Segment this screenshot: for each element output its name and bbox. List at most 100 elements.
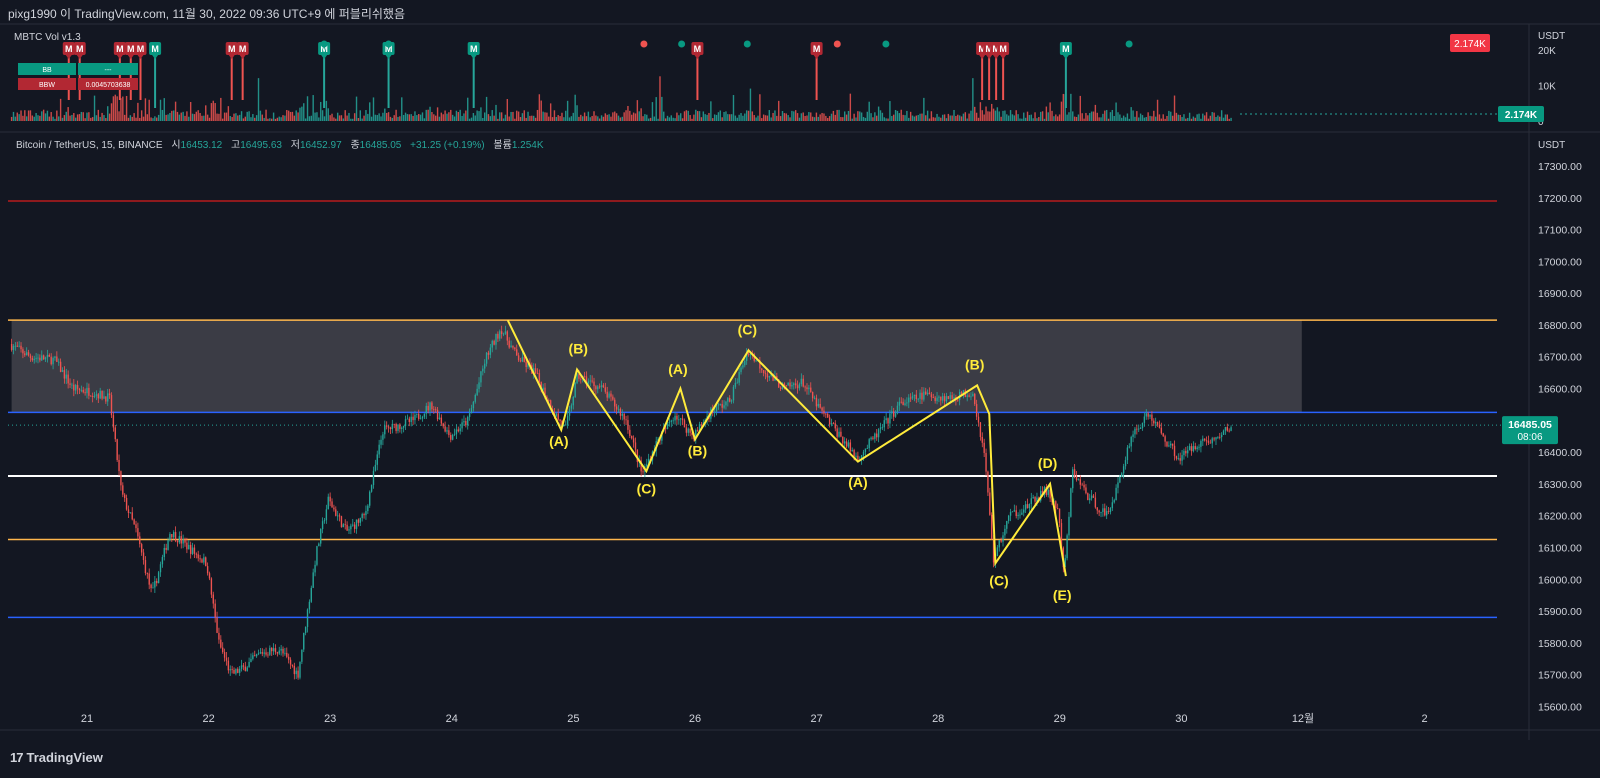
- volume-bar: [1115, 102, 1117, 121]
- candle-body: [346, 524, 348, 531]
- volume-bar: [521, 113, 524, 121]
- volume-bar: [291, 111, 294, 121]
- candle-body: [37, 357, 39, 359]
- volume-bar: [16, 112, 18, 121]
- volume-bar: [549, 103, 552, 121]
- volume-bar: [278, 116, 280, 121]
- volume-bar: [42, 109, 45, 121]
- volume-bar: [476, 110, 478, 121]
- volume-bar: [206, 114, 209, 121]
- price-tick-label: 15900.00: [1538, 606, 1582, 618]
- candle-body: [1104, 508, 1106, 516]
- marker-pointer: [993, 55, 1000, 59]
- volume-bar: [1081, 113, 1083, 121]
- tradingview-logo[interactable]: 17 TradingView: [10, 750, 103, 765]
- candle-body: [284, 652, 286, 654]
- candle-body: [1138, 428, 1140, 430]
- candle-body: [480, 371, 482, 383]
- marker-letter: M: [470, 44, 478, 54]
- volume-bar: [90, 117, 92, 121]
- volume-bar: [836, 109, 838, 121]
- candle-body: [523, 357, 525, 362]
- volume-bar: [269, 118, 271, 121]
- candle-body: [1006, 520, 1008, 529]
- volume-bar: [872, 117, 874, 121]
- volume-bar: [408, 114, 411, 121]
- candle-body: [828, 417, 831, 425]
- candle-body: [559, 419, 561, 421]
- volume-bar: [286, 110, 288, 121]
- candle-body: [804, 386, 806, 388]
- candle-body: [721, 403, 723, 408]
- volume-bar: [517, 111, 520, 121]
- candle-body: [1083, 484, 1085, 488]
- candle-body: [205, 557, 207, 567]
- volume-bar: [1072, 111, 1074, 121]
- candle-body: [131, 512, 133, 520]
- volume-bar: [1098, 117, 1100, 121]
- volume-bar: [482, 117, 484, 121]
- volume-bar: [63, 115, 66, 121]
- volume-bar: [534, 117, 537, 121]
- candle-body: [1085, 487, 1087, 494]
- symbol-legend[interactable]: Bitcoin / TetherUS, 15, BINANCE 시16453.1…: [16, 139, 544, 151]
- candle-body: [968, 395, 970, 397]
- volume-bar: [877, 106, 880, 121]
- price-tick-label: 16600.00: [1538, 384, 1582, 396]
- candle-body: [123, 494, 126, 498]
- candle-body: [372, 470, 375, 486]
- candle-body: [148, 573, 150, 585]
- candle-body: [485, 352, 488, 364]
- candle-body: [74, 385, 77, 391]
- volume-bar: [915, 115, 918, 121]
- volume-bar: [1138, 117, 1140, 121]
- volume-bar: [561, 112, 563, 121]
- candle-body: [476, 388, 478, 395]
- volume-bar: [615, 113, 618, 121]
- volume-bar: [1177, 114, 1179, 121]
- volume-pane[interactable]: MBTC Vol v1.3 M M M M M M M M M M M M M MM M M M BB --- …: [10, 31, 1565, 128]
- volume-bar: [37, 115, 39, 121]
- candle-body: [1128, 446, 1130, 448]
- volume-bar: [1156, 99, 1159, 121]
- volume-bar: [996, 107, 999, 121]
- time-axis[interactable]: 21 22 23 24 25 26 27 28 29 30 12월 2: [81, 712, 1428, 725]
- candle-body: [436, 409, 439, 420]
- volume-bar: [926, 110, 929, 121]
- candle-body: [1102, 508, 1104, 513]
- candle-body: [572, 396, 574, 406]
- volume-bar: [203, 115, 205, 121]
- tradingview-mark-icon: 17: [10, 750, 24, 765]
- price-tick-label: 15700.00: [1538, 670, 1582, 682]
- volume-bar: [1220, 110, 1223, 121]
- candle-body: [825, 413, 827, 415]
- high-label: 고: [231, 140, 240, 151]
- volume-indicator-title[interactable]: MBTC Vol v1.3: [14, 32, 81, 43]
- time-tick-label: 12월: [1292, 712, 1314, 725]
- candle-body: [689, 428, 691, 433]
- price-pane[interactable]: (A) (B) (C) (A) (B) (C) (A) (B) (C) (D) (E) Bitcoi…: [8, 139, 1582, 713]
- volume-bar: [951, 115, 953, 121]
- volume-bar: [847, 111, 850, 121]
- volume-bar: [781, 110, 784, 121]
- volume-bar: [436, 107, 439, 121]
- volume-bar: [1036, 118, 1038, 121]
- volume-bar: [614, 111, 616, 121]
- wave-label: (C): [738, 321, 757, 337]
- volume-bar: [1002, 110, 1004, 121]
- candle-body: [1034, 497, 1036, 502]
- volume-bar: [10, 116, 13, 121]
- volume-bar: [1045, 106, 1048, 121]
- candle-body: [904, 403, 906, 405]
- volume-bar: [22, 115, 24, 121]
- volume-bar: [80, 111, 83, 121]
- consolidation-zone[interactable]: [11, 320, 1302, 413]
- candle-body: [762, 370, 765, 373]
- chart-canvas[interactable]: MBTC Vol v1.3 M M M M M M M M M M M M M MM M M M BB --- …: [0, 0, 1600, 778]
- volume-bar: [791, 110, 793, 121]
- candle-body: [510, 345, 512, 348]
- candle-body: [331, 501, 333, 508]
- volume-bar: [344, 110, 346, 121]
- volume-bar: [559, 116, 561, 121]
- volume-bar: [1228, 118, 1230, 121]
